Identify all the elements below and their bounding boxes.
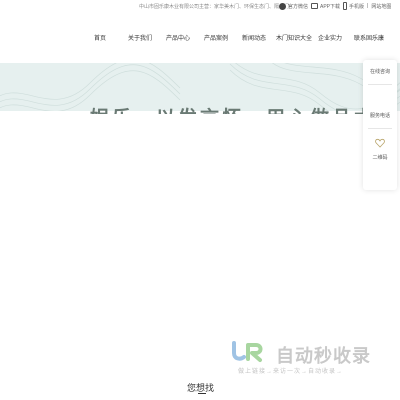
service-phone-label: 服务电话: [369, 113, 390, 119]
nav-item-contact[interactable]: 联系固乐康: [354, 33, 384, 42]
panel-divider: [368, 84, 392, 85]
qrcode-label: 二维码: [372, 155, 388, 161]
online-consult-label: 在线咨询: [369, 69, 390, 75]
mobile-link[interactable]: 手机版: [343, 2, 364, 10]
nav-item-knowledge[interactable]: 木门知识大全: [276, 33, 312, 42]
section-title-underline: [198, 393, 206, 394]
nav-item-about[interactable]: 关于我们: [128, 33, 152, 42]
service-phone-button[interactable]: 服务电话: [363, 112, 397, 119]
wechat-icon: [279, 2, 286, 10]
top-tools: 官方微信 APP下载 手机版 | 网站地图: [279, 1, 391, 11]
banner-title: 娱乐，以发言怀。用心做品木门: [90, 103, 398, 114]
qrcode-button[interactable]: 二维码: [363, 154, 397, 161]
app-label: APP下载: [320, 3, 341, 10]
watermark-main-text: 自动秒收录: [276, 346, 371, 366]
main-nav: 首页 关于我们 产品中心 产品案例 新闻动态 木门知识大全 企业实力 联系固乐康: [80, 33, 384, 45]
nav-item-strength[interactable]: 企业实力: [318, 33, 342, 42]
nav-item-cases[interactable]: 产品案例: [204, 33, 228, 42]
banner-title-clip: 娱乐，以发言怀。用心做品木门: [90, 100, 400, 114]
watermark-sub-text: 做上链接→来访一次→自动收录→: [238, 369, 344, 375]
floating-contact-panel: 在线咨询 服务电话 二维码: [363, 60, 397, 190]
top-bar: 中山市固乐康木业有限公司主营：家华美木门、环保生态门、隔化门 官方微信 APP下…: [0, 0, 400, 13]
watermark: 自动秒收录 做上链接→来访一次→自动收录→: [228, 339, 393, 379]
nav-item-products[interactable]: 产品中心: [166, 33, 190, 42]
panel-divider: [368, 128, 392, 129]
online-consult-button[interactable]: 在线咨询: [363, 68, 397, 75]
divider: |: [367, 3, 369, 9]
phone-icon: [343, 2, 348, 10]
wechat-link[interactable]: 官方微信: [279, 2, 309, 10]
watermark-logo: [232, 341, 263, 362]
sitemap-label: 网站地图: [371, 3, 392, 10]
app-download-link[interactable]: APP下载: [311, 3, 340, 10]
nav-item-news[interactable]: 新闻动态: [242, 33, 266, 42]
company-intro: 中山市固乐康木业有限公司主营：家华美木门、环保生态门、隔化门: [139, 4, 290, 10]
wechat-label: 官方微信: [288, 3, 309, 10]
app-icon: [311, 3, 319, 9]
nav-item-home[interactable]: 首页: [94, 33, 106, 42]
sitemap-link[interactable]: 网站地图: [371, 3, 391, 10]
heart-icon: [375, 138, 385, 148]
mobile-label: 手机版: [349, 3, 365, 10]
